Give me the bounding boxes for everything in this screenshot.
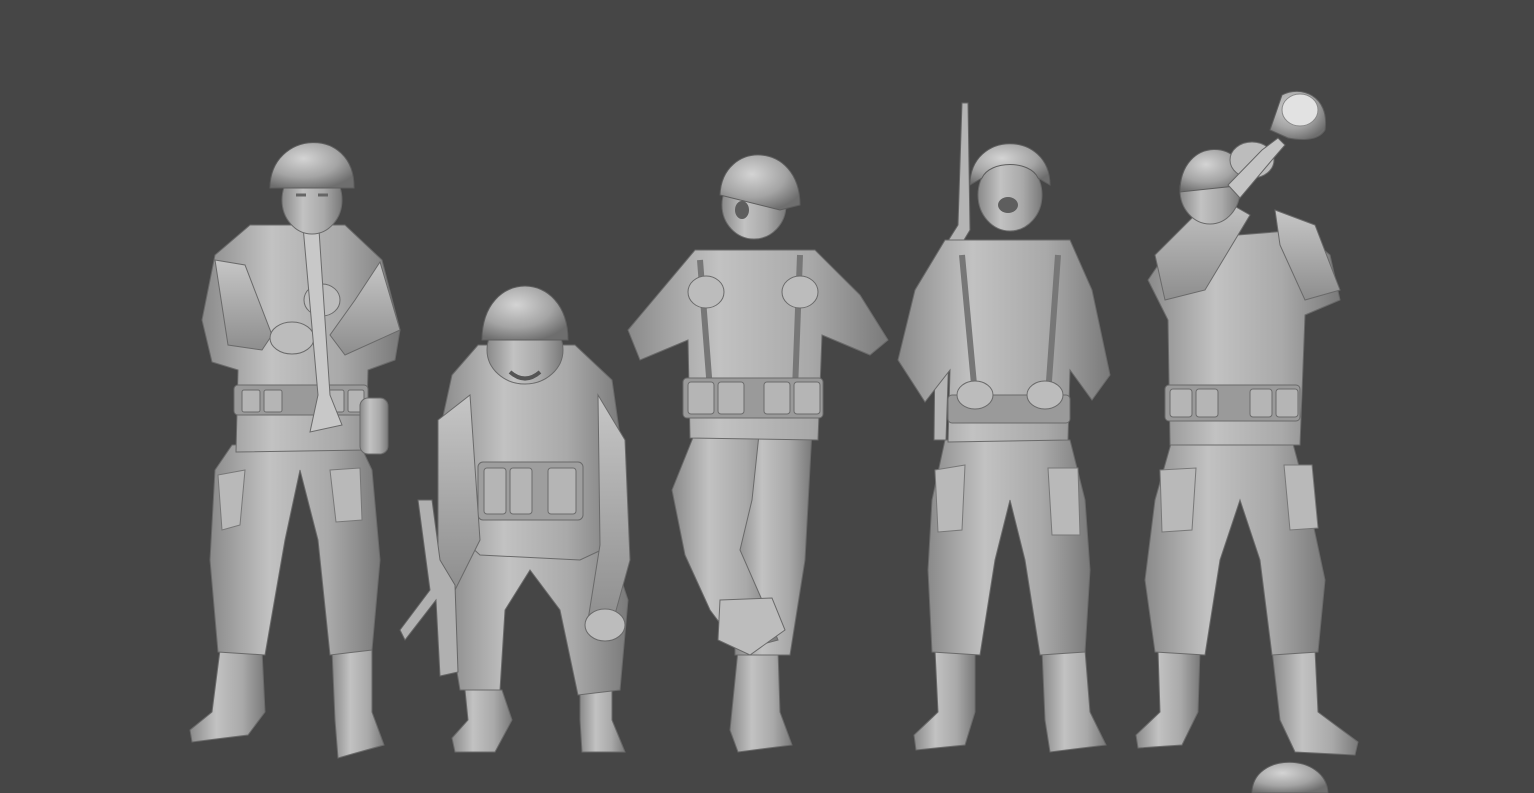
figure-clarinet-player[interactable] [189, 142, 401, 759]
figure-trumpet-player[interactable] [1135, 90, 1359, 756]
helmet [269, 142, 355, 189]
helmet [481, 285, 569, 341]
right-boot [579, 689, 626, 753]
model-scene [189, 90, 1359, 793]
right-boot [331, 649, 385, 759]
partial-helmet [1251, 761, 1329, 793]
left-boot [913, 649, 976, 751]
left-boot [189, 649, 266, 743]
right-boot [1041, 649, 1107, 753]
figure-rifle-soldier[interactable] [897, 102, 1111, 753]
left-boot [1135, 649, 1201, 749]
right-boot [1271, 649, 1359, 756]
figure-dancing-soldier[interactable] [627, 154, 889, 753]
canteen [359, 397, 389, 455]
standing-boot [729, 649, 793, 753]
left-boot [451, 689, 513, 753]
figure-crouching-soldier[interactable] [399, 285, 631, 753]
3d-viewport[interactable] [0, 0, 1534, 793]
